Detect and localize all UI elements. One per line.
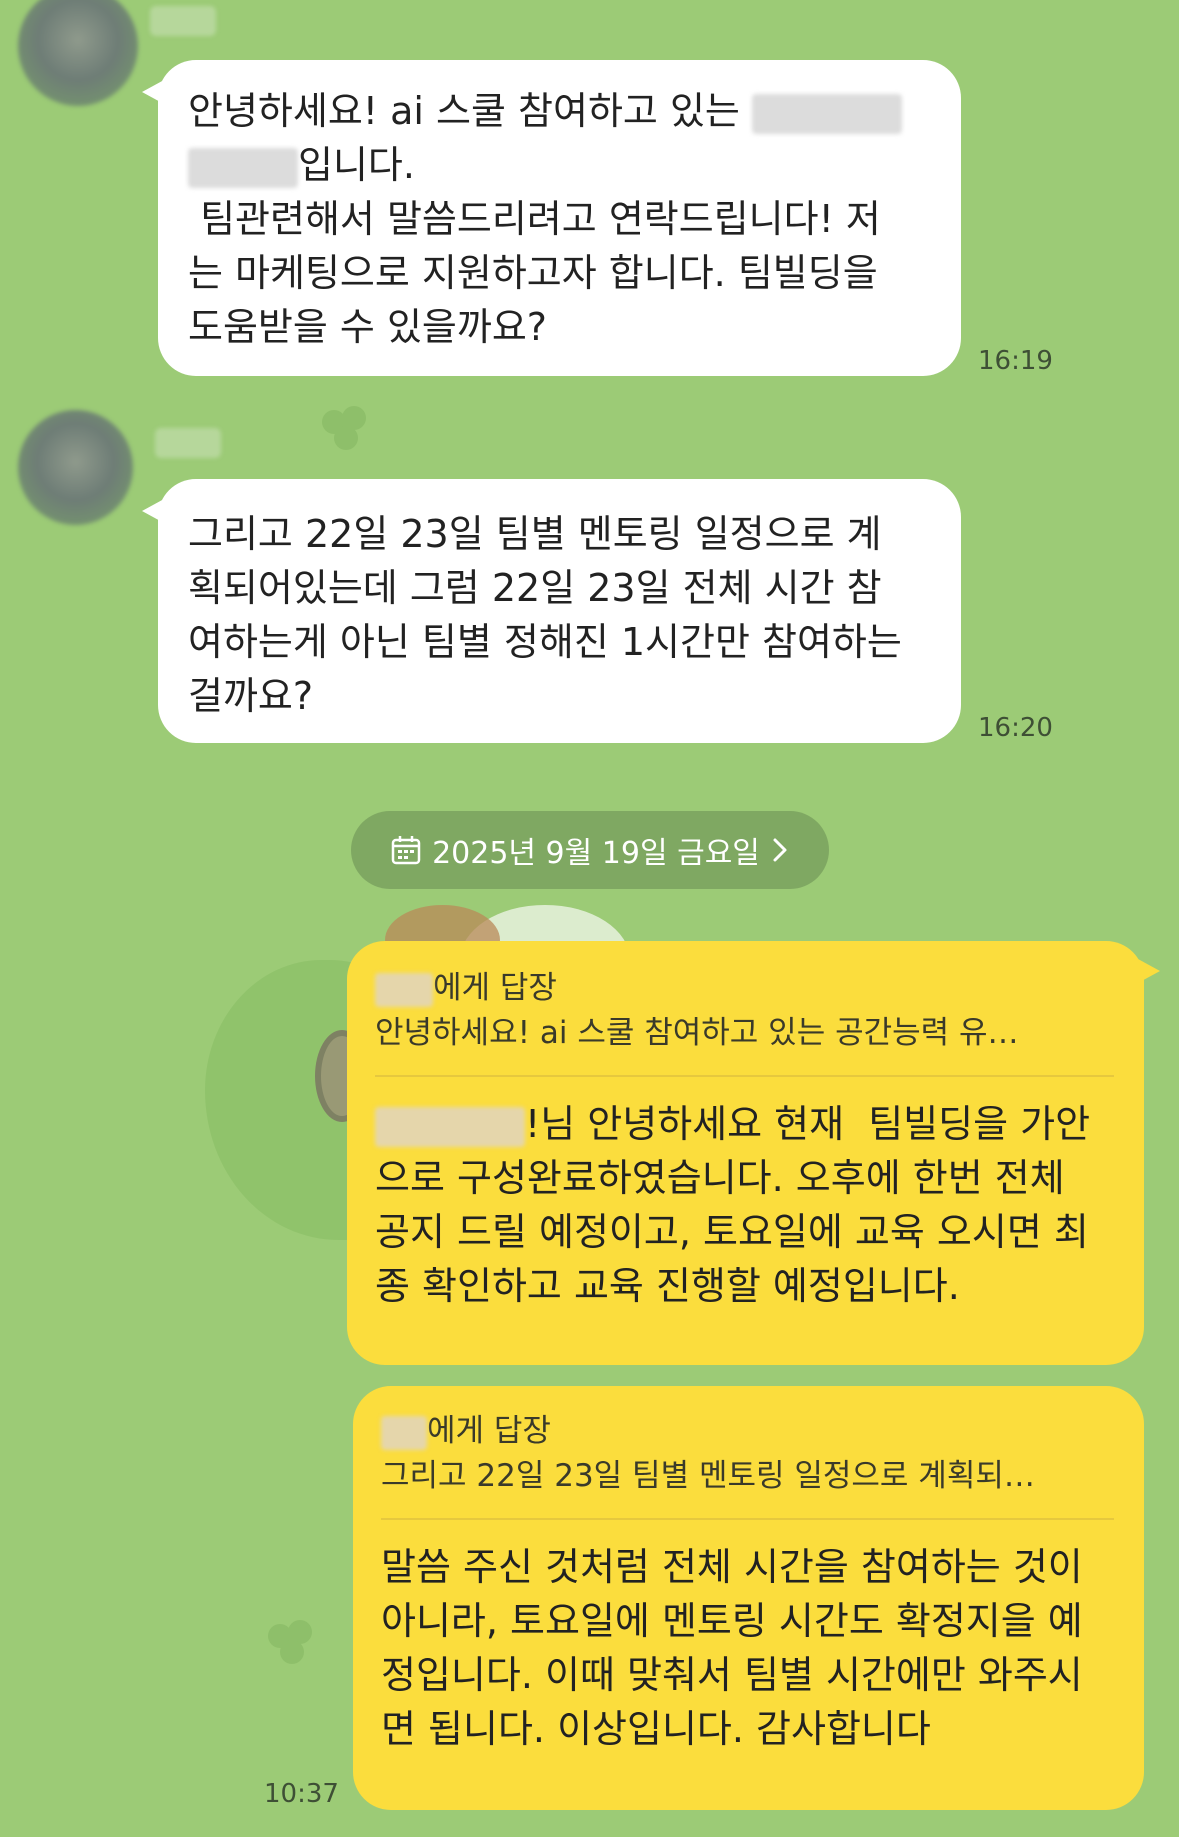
date-divider[interactable]: 2025년 9월 19일 금요일 <box>351 811 829 889</box>
chevron-right-icon <box>773 838 787 862</box>
sender-name <box>155 428 221 458</box>
calendar-icon <box>391 836 421 865</box>
redacted-name <box>381 1415 427 1450</box>
message-text: 안녕하세요! ai 스쿨 참여하고 있는 입니다. 팀관련해서 말씀드리려고 연… <box>188 84 933 354</box>
clover-decoration-icon <box>268 1620 312 1664</box>
bubble-tail <box>1138 959 1160 983</box>
redacted-name <box>188 147 298 188</box>
reply-divider <box>381 1518 1114 1520</box>
message-bubble[interactable]: 그리고 22일 23일 팀별 멘토링 일정으로 계 획되어있는데 그럼 22일 … <box>142 479 961 743</box>
date-label: 2025년 9월 19일 금요일 <box>432 836 760 871</box>
redacted-name <box>375 972 433 1007</box>
message-text: !님 안녕하세요 현재 팀빌딩을 가안 으로 구성완료하였습니다. 오후에 한번… <box>375 1102 1091 1308</box>
message-text: 말씀 주신 것처럼 전체 시간을 참여하는 것이 아니라, 토요일에 멘토링 시… <box>381 1545 1083 1751</box>
sender-avatar[interactable] <box>18 0 138 106</box>
reply-bubble[interactable]: 에게 답장 그리고 22일 23일 팀별 멘토링 일정으로 계획되… 말씀 주신… <box>353 1386 1144 1810</box>
redacted-name <box>375 1106 525 1147</box>
reply-bubble[interactable]: 에게 답장 안녕하세요! ai 스쿨 참여하고 있는 공간능력 유… !님 안녕… <box>347 941 1160 1365</box>
sender-name <box>150 6 216 36</box>
reply-divider <box>375 1075 1114 1077</box>
message-time: 16:20 <box>978 713 1053 743</box>
clover-decoration-icon <box>322 406 366 450</box>
message-time: 16:19 <box>978 346 1053 376</box>
reply-header: 에게 답장 <box>375 967 1114 1009</box>
message-bubble[interactable]: 안녕하세요! ai 스쿨 참여하고 있는 입니다. 팀관련해서 말씀드리려고 연… <box>142 60 961 376</box>
message-text: 그리고 22일 23일 팀별 멘토링 일정으로 계 획되어있는데 그럼 22일 … <box>188 512 902 718</box>
message-time: 10:37 <box>264 1779 339 1809</box>
sender-avatar[interactable] <box>18 410 133 525</box>
reply-quote: 안녕하세요! ai 스쿨 참여하고 있는 공간능력 유… <box>375 1015 1019 1051</box>
bubble-tail <box>142 499 164 523</box>
redacted-name <box>751 93 902 134</box>
bubble-tail <box>142 80 164 104</box>
reply-quote: 그리고 22일 23일 팀별 멘토링 일정으로 계획되… <box>381 1458 1035 1494</box>
reply-header: 에게 답장 <box>381 1410 1114 1452</box>
